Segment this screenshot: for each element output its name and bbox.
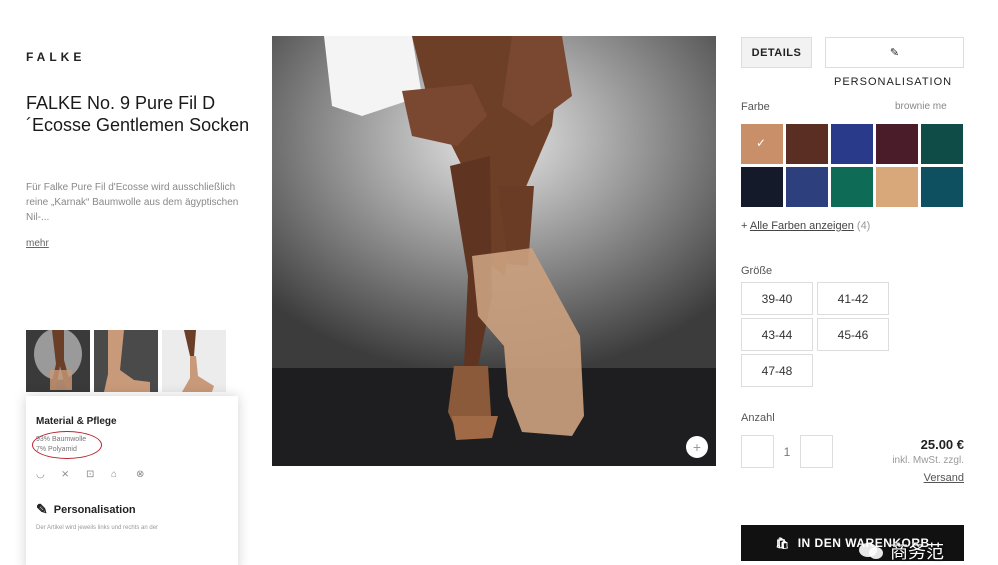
brand-logo[interactable]: FALKE [26, 50, 85, 64]
highlight-circle [32, 431, 102, 459]
no-bleach-icon: ⨯ [61, 469, 70, 480]
product-description: Für Falke Pure Fil d'Ecosse wird ausschl… [26, 182, 239, 223]
color-swatches: ✓ [741, 124, 965, 207]
thumbnail-2[interactable] [94, 330, 158, 392]
wechat-icon [859, 543, 883, 559]
quantity-label: Anzahl [741, 412, 775, 424]
thumbnail-gallery [26, 330, 226, 392]
washing-icon: ◡ [36, 469, 45, 480]
shipping-link[interactable]: Versand [924, 472, 964, 484]
no-dry-clean-icon: ⊗ [136, 469, 145, 480]
size-option[interactable]: 45-46 [817, 318, 889, 351]
selected-color-name: brownie me [895, 101, 947, 112]
material-care-title: Material & Pflege [36, 416, 117, 427]
zoom-button[interactable]: + [686, 436, 708, 458]
color-swatch[interactable] [831, 124, 873, 164]
quantity-stepper: 1 [741, 435, 833, 468]
price: 25.00 € [920, 437, 964, 452]
color-swatch[interactable] [831, 167, 873, 207]
color-swatch[interactable] [786, 124, 828, 164]
checkmark-icon: ✓ [756, 136, 767, 150]
tax-note: inkl. MwSt. zzgl. [892, 455, 964, 466]
personalisation-text: Der Artikel wird jeweils links und recht… [36, 525, 159, 531]
watermark-text: 商务范 [890, 542, 944, 562]
needle-icon: ✎ [889, 47, 900, 59]
tab-details[interactable]: DETAILS [741, 37, 812, 68]
size-option[interactable]: 41-42 [817, 282, 889, 315]
color-swatch[interactable] [876, 167, 918, 207]
care-icons: ◡ ⨯ ⊡ ⌂ ⊗ [36, 469, 228, 480]
more-link[interactable]: mehr [26, 238, 49, 249]
shopping-bag-icon: 🛍 [775, 537, 790, 550]
size-option[interactable]: 43-44 [741, 318, 813, 351]
product-main-image[interactable]: + [272, 36, 716, 466]
plus-icon: + [741, 220, 750, 232]
material-composition: 93% Baumwolle 7% Polyamid [32, 431, 228, 459]
color-swatch[interactable] [876, 124, 918, 164]
thumbnail-1[interactable] [26, 330, 90, 392]
needle-icon: ✎ [36, 501, 48, 517]
personalisation-heading: ✎ Personalisation [36, 501, 228, 518]
color-swatch[interactable] [921, 167, 963, 207]
detail-tabs: DETAILS ✎ [741, 37, 964, 68]
size-option[interactable]: 47-48 [741, 354, 813, 387]
thumbnail-3[interactable] [162, 330, 226, 392]
tab-personalisation-label[interactable]: PERSONALISATION [834, 76, 952, 88]
all-colors-row: + Alle Farben anzeigen (4) [741, 220, 870, 232]
all-colors-link[interactable]: Alle Farben anzeigen [750, 220, 854, 232]
size-options: 39-40 41-42 43-44 45-46 47-48 [741, 282, 889, 387]
color-swatch[interactable] [741, 167, 783, 207]
tab-personalisation[interactable]: ✎ [825, 37, 964, 68]
color-swatch[interactable] [786, 167, 828, 207]
iron-icon: ⌂ [111, 469, 118, 480]
product-title: FALKE No. 9 Pure Fil D ´Ecosse Gentlemen… [26, 93, 250, 135]
color-swatch[interactable] [921, 124, 963, 164]
watermark: 商务范 [858, 538, 944, 564]
size-option[interactable]: 39-40 [741, 282, 813, 315]
increment-button[interactable] [800, 435, 833, 468]
size-label: Größe [741, 265, 773, 277]
material-care-card: Material & Pflege 93% Baumwolle 7% Polya… [26, 396, 238, 565]
all-colors-count: (4) [856, 220, 871, 232]
personalisation-title: Personalisation [53, 503, 136, 516]
color-label: Farbe [741, 101, 770, 113]
decrement-button[interactable] [741, 435, 774, 468]
color-swatch[interactable]: ✓ [741, 124, 783, 164]
quantity-value[interactable]: 1 [782, 445, 792, 459]
tumble-dry-icon: ⊡ [86, 469, 95, 480]
